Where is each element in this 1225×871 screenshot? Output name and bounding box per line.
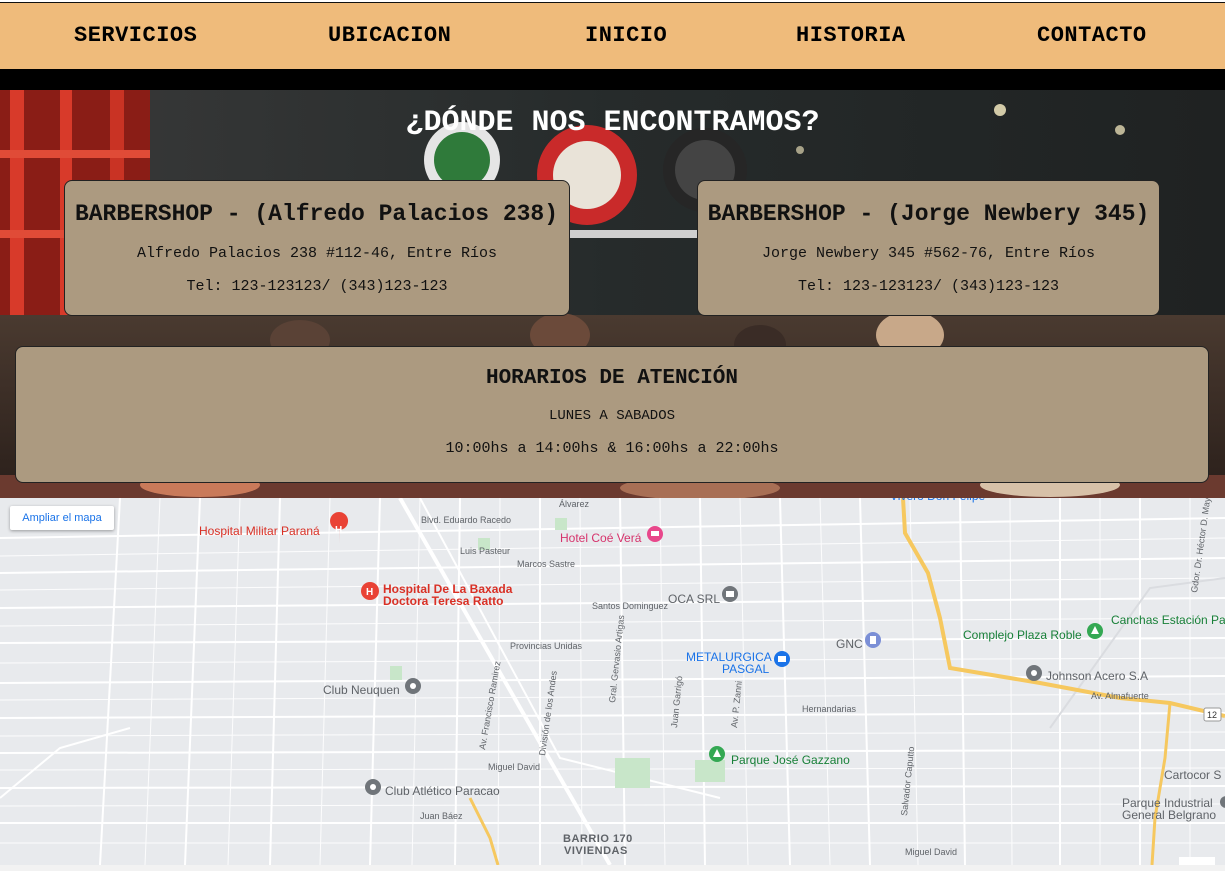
place-label[interactable]: Johnson Acero S.A (1046, 669, 1148, 683)
nav-link-inicio[interactable]: INICIO (585, 23, 667, 48)
park-pin-icon[interactable] (1087, 623, 1103, 639)
svg-text:H: H (366, 587, 373, 598)
hospital-pin-icon[interactable]: H (361, 582, 379, 600)
place-label[interactable]: Hotel Coé Verá (560, 531, 642, 545)
nav-link-contacto[interactable]: CONTACTO (1037, 23, 1147, 48)
location-phone: Tel: 123-123123/ (343)123-123 (797, 278, 1060, 295)
place-label[interactable]: Doctora Teresa Ratto (383, 594, 503, 608)
place-label: COMIDAS PARA... (335, 498, 436, 501)
street-label: Hernandarias (802, 704, 857, 714)
street-label: Miguel David (488, 762, 540, 772)
place-pin-icon[interactable] (405, 678, 421, 694)
place-label[interactable]: General Belgrano (1122, 808, 1216, 822)
street-label: Luis Pasteur (460, 546, 510, 556)
neighborhood-label: VIVIENDAS (564, 845, 628, 857)
place-pin-icon[interactable] (1026, 665, 1042, 681)
street-label: Álvarez (559, 499, 590, 509)
embedded-map[interactable]: Blvd. Eduardo Racedo Luis Pasteur Marcos… (0, 498, 1225, 865)
location-phone: Tel: 123-123123/ (343)123-123 (186, 278, 448, 295)
street-label: Miguel David (905, 847, 957, 857)
street-label: Juan Báez (420, 811, 463, 821)
map-attribution-box (1179, 857, 1215, 865)
nav-link-historia[interactable]: HISTORIA (796, 23, 906, 48)
place-label[interactable]: Hospital Militar Paraná (199, 524, 320, 538)
location-section: ¿DÓNDE NOS ENCONTRAMOS? BARBERSHOP - (Al… (0, 90, 1225, 498)
nav-link-ubicacion[interactable]: UBICACION (328, 23, 451, 48)
place-label[interactable]: Cartocor S (1164, 768, 1221, 782)
mail-pin-icon[interactable] (722, 586, 738, 602)
street-label: Provincias Unidas (510, 641, 583, 651)
neighborhood-label: BARRIO 170 (563, 833, 633, 845)
map-canvas[interactable]: Blvd. Eduardo Racedo Luis Pasteur Marcos… (0, 498, 1225, 865)
place-label[interactable]: GNC (836, 637, 863, 651)
fuel-pin-icon[interactable] (865, 632, 881, 648)
park-pin-icon[interactable] (709, 746, 725, 762)
hours-times: 10:00hs a 14:00hs & 16:00hs a 22:00hs (445, 440, 779, 457)
street-label: Santos Dominguez (592, 601, 669, 611)
place-pin-icon[interactable] (365, 779, 381, 795)
place-label[interactable]: Club Atlético Paracao (385, 784, 500, 798)
hotel-pin-icon[interactable] (647, 526, 663, 542)
place-label[interactable]: OCA SRL (668, 592, 720, 606)
location-title: BARBERSHOP - (Alfredo Palacios 238) (74, 201, 559, 227)
location-card-newbery: BARBERSHOP - (Jorge Newbery 345) Jorge N… (697, 180, 1160, 316)
hours-title: HORARIOS DE ATENCIÓN (485, 367, 739, 390)
place-label[interactable]: Canchas Estación Pa (1111, 613, 1225, 627)
street-label: Av. Almafuerte (1091, 691, 1149, 701)
top-navbar: SERVICIOS UBICACION INICIO HISTORIA CONT… (0, 2, 1225, 70)
street-label: Marcos Sastre (517, 559, 575, 569)
svg-text:H: H (335, 525, 342, 536)
place-label[interactable]: Parque José Gazzano (731, 753, 850, 767)
place-label[interactable]: Complejo Plaza Roble (963, 628, 1082, 642)
place-label[interactable]: PASGAL (722, 662, 769, 676)
page-bottom-strip (0, 865, 1225, 871)
shop-pin-icon[interactable] (774, 651, 790, 667)
location-title: BARBERSHOP - (Jorge Newbery 345) (707, 201, 1150, 227)
business-hours-card: HORARIOS DE ATENCIÓN LUNES A SABADOS 10:… (15, 346, 1209, 483)
place-label[interactable]: Club Neuquen (323, 683, 400, 697)
section-title: ¿DÓNDE NOS ENCONTRAMOS? (405, 106, 820, 140)
location-address: Alfredo Palacios 238 #112-46, Entre Ríos (136, 245, 498, 262)
location-address: Jorge Newbery 345 #562-76, Entre Ríos (761, 245, 1096, 262)
hours-days: LUNES A SABADOS (548, 408, 676, 424)
location-card-palacios: BARBERSHOP - (Alfredo Palacios 238) Alfr… (64, 180, 570, 316)
nav-link-servicios[interactable]: SERVICIOS (74, 23, 197, 48)
nav-divider-bar (0, 69, 1225, 90)
place-label: Vivero Don Felipe (890, 498, 985, 503)
enlarge-map-button[interactable]: Ampliar el mapa (10, 506, 114, 530)
street-label: Blvd. Eduardo Racedo (421, 515, 511, 525)
route-number: 12 (1207, 710, 1217, 720)
